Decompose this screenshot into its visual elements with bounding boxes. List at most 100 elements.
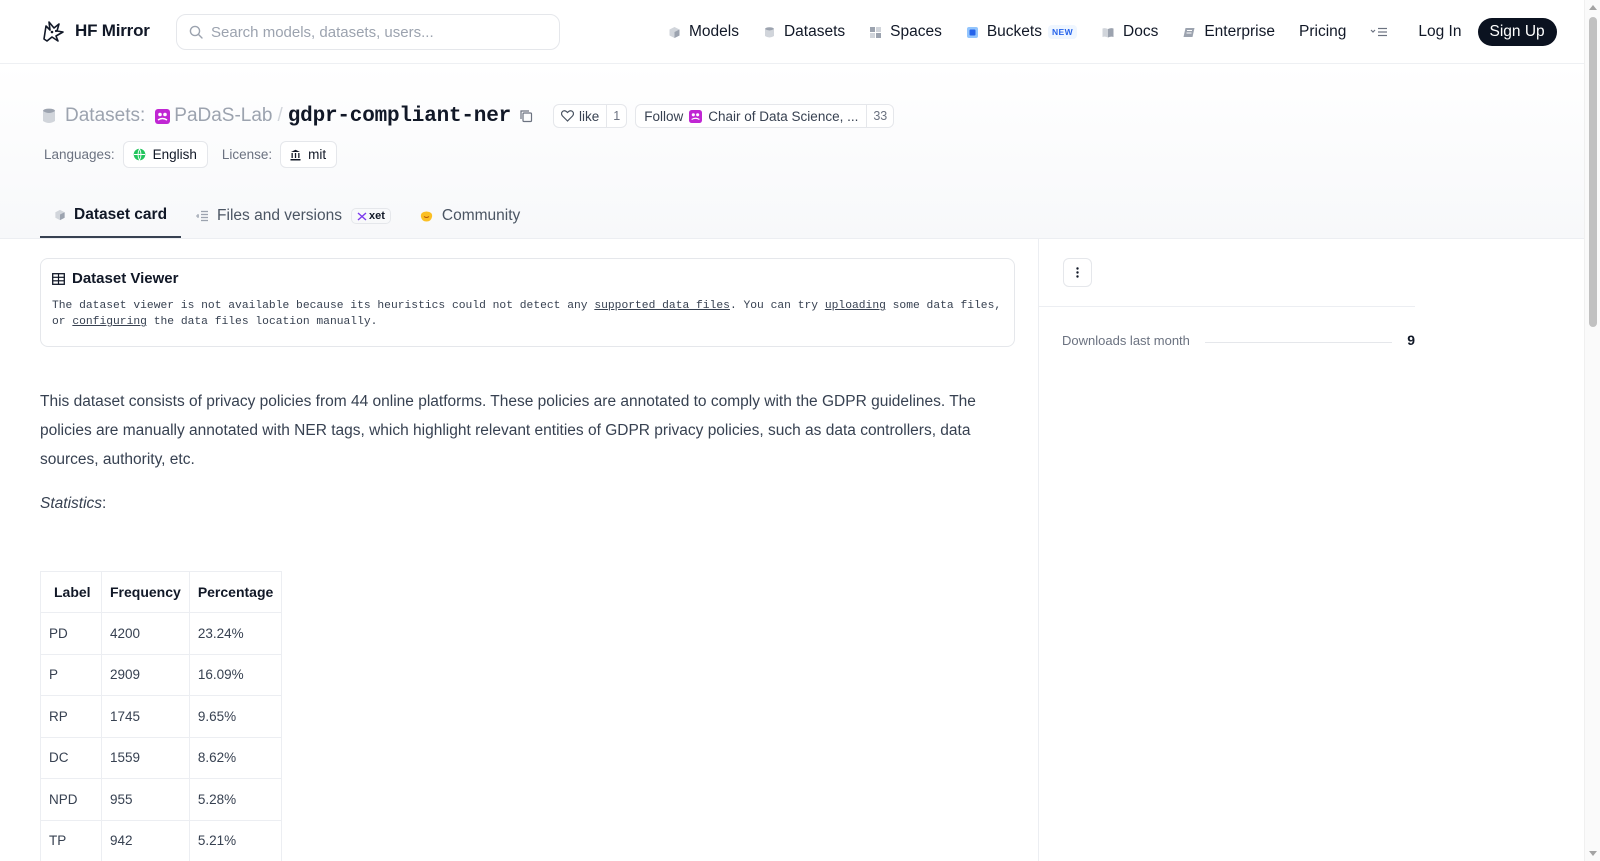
cell-label: P [40,653,102,696]
repo-name-link[interactable]: gdpr-compliant-ner [288,105,511,128]
viewer-text-2: . You can try [729,300,825,312]
more-menu-button[interactable] [1370,24,1388,40]
statistics-label: Statistics [40,495,103,512]
cell-frequency: 942 [101,819,190,861]
scroll-down-arrow-icon[interactable] [1589,851,1597,856]
tab-community[interactable]: Community [405,194,534,238]
xet-badge: xet [350,208,391,224]
org-name-link[interactable]: PaDaS-Lab [174,105,272,127]
downloads-leader-line [1204,341,1393,343]
downloads-value: 9 [1407,332,1415,348]
nav-pricing-label: Pricing [1299,23,1347,40]
new-badge: NEW [1047,25,1078,39]
nav-docs[interactable]: Docs [1101,23,1158,41]
like-count[interactable]: 1 [606,105,626,127]
supported-data-files-link[interactable]: supported data files [594,300,730,312]
viewer-text-1: The dataset viewer is not available beca… [52,300,595,312]
repo-type-label[interactable]: Datasets: [65,105,145,127]
like-button[interactable]: like 1 [553,104,628,128]
heart-icon [561,110,575,122]
sidebar-divider [1039,306,1415,307]
configuring-link[interactable]: configuring [72,316,147,328]
tab-files-and-versions[interactable]: Files and versions xet [181,194,405,238]
tab-files-label: Files and versions [217,207,342,224]
cell-label: PD [40,612,102,655]
nav-enterprise[interactable]: Enterprise [1182,23,1275,41]
like-label: like [579,108,600,124]
community-icon [420,211,433,221]
signup-button[interactable]: Sign Up [1477,18,1557,46]
downloads-label: Downloads last month [1062,332,1190,348]
cell-frequency: 1745 [101,695,190,738]
table-row: P 2909 16.09% [40,653,283,696]
hf-mirror-logo-icon [43,21,64,42]
tab-dataset-card[interactable]: Dataset card [40,194,182,238]
license-value: mit [308,147,327,162]
book-icon [1102,27,1114,37]
cell-frequency: 1559 [101,736,190,779]
nav-enterprise-label: Enterprise [1204,23,1275,40]
bucket-icon [966,26,978,38]
column-header-percentage: Percentage [188,571,283,613]
table-row: PD 4200 23.24% [40,612,283,655]
cell-frequency: 2909 [101,653,190,696]
grid-icon [870,26,882,38]
table-row: RP 1745 9.65% [40,695,283,738]
column-header-frequency: Frequency [101,571,190,613]
nav-buckets-label: Buckets [986,23,1042,40]
license-tag[interactable]: mit [280,141,338,168]
table-row: TP 942 5.21% [40,819,283,861]
nav-datasets[interactable]: Datasets [763,23,845,41]
cell-label: RP [40,695,102,738]
sidebar: Downloads last month 9 [1039,239,1415,861]
statistics-colon: : [102,495,107,512]
follow-button[interactable]: Follow Chair of Data Science, ... 33 [635,104,895,128]
nav-spaces-label: Spaces [890,23,942,40]
dataset-viewer-message: The dataset viewer is not available beca… [52,298,1003,330]
language-tag[interactable]: English [122,141,208,168]
dataset-card-content: Dataset Viewer The dataset viewer is not… [40,239,1039,861]
follow-org-name: Chair of Data Science, ... [708,108,859,124]
path-separator: / [277,105,283,126]
login-link[interactable]: Log In [1418,23,1461,41]
table-icon [52,272,65,285]
brand-name: HF Mirror [75,21,150,40]
cell-percentage: 16.09% [188,653,283,696]
repo-tabs: Dataset card Files and versions xet Comm… [40,194,534,239]
scroll-up-arrow-icon[interactable] [1589,5,1597,10]
cell-percentage: 9.65% [188,695,283,738]
database-icon [43,108,55,123]
nav-docs-label: Docs [1123,23,1159,40]
brand[interactable]: HF Mirror [40,18,150,44]
more-options-button[interactable] [1063,258,1092,287]
search-input[interactable] [211,23,531,41]
follower-count[interactable]: 33 [866,105,893,127]
languages-label: Languages: [44,147,115,162]
statistics-heading: Statistics: [40,495,106,513]
dataset-viewer-panel: Dataset Viewer The dataset viewer is not… [40,258,1015,347]
menu-icon [1370,27,1388,37]
org-avatar-icon [155,108,171,124]
uploading-link[interactable]: uploading [825,300,886,312]
scroll-thumb[interactable] [1589,17,1597,327]
repo-title-row: Datasets: PaDaS-Lab / gdpr-compliant-ner… [42,101,895,131]
repo-meta-row: Languages: English License: mit [44,141,351,168]
nav-models[interactable]: Models [668,23,739,41]
nav-pricing[interactable]: Pricing [1299,23,1346,41]
search-box[interactable] [176,14,560,50]
nav-spaces[interactable]: Spaces [869,23,942,41]
dataset-viewer-header: Dataset Viewer [52,270,1003,287]
follow-label: Follow [644,108,684,124]
globe-icon [133,148,145,161]
nav-buckets[interactable]: Buckets NEW [966,23,1078,41]
cell-percentage: 8.62% [188,736,283,779]
table-header-row: Label Frequency Percentage [40,571,283,613]
table-row: NPD 955 5.28% [40,778,283,821]
page-scrollbar[interactable] [1584,0,1600,861]
downloads-stat: Downloads last month 9 [1062,332,1415,348]
tab-community-label: Community [441,207,521,224]
cell-label: DC [40,736,102,779]
cell-frequency: 4200 [101,612,190,655]
enterprise-icon [1183,27,1195,37]
copy-icon[interactable] [519,109,533,123]
